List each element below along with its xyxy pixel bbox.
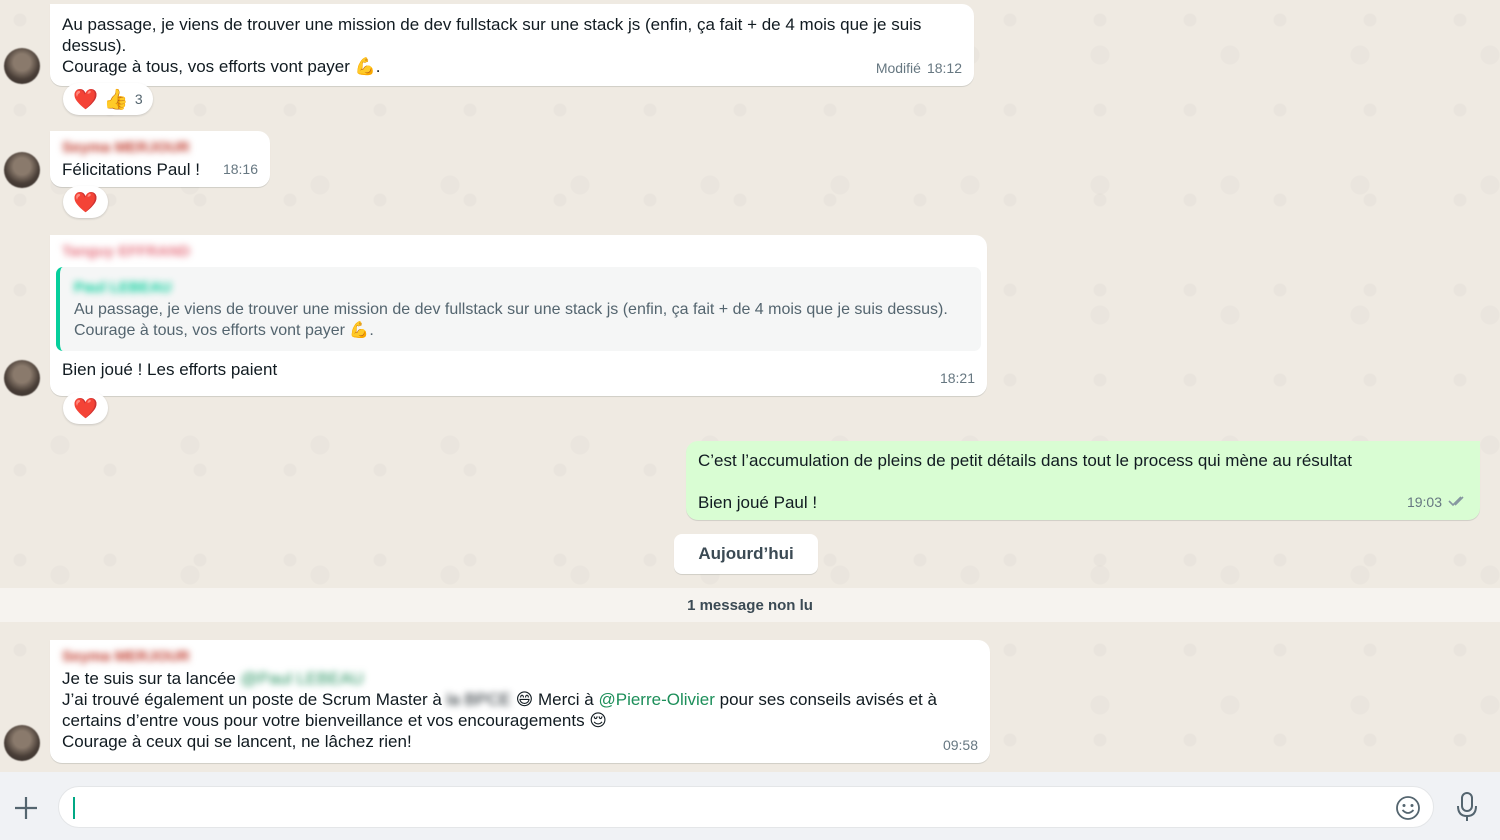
edited-label: Modifié xyxy=(875,60,921,76)
avatar[interactable] xyxy=(4,725,40,761)
message-text: certains d’entre vous pour votre bienvei… xyxy=(62,711,608,730)
message-text: Courage à tous, vos efforts vont payer 💪… xyxy=(62,57,381,76)
message-text: Bien joué ! Les efforts paient xyxy=(62,360,278,379)
message-meta: 18:21 xyxy=(940,368,975,389)
message-meta: 19:03 xyxy=(1407,492,1468,513)
chat-panel: Au passage, je viens de trouver une miss… xyxy=(0,0,1500,772)
message-text: Courage à ceux qui se lancent, ne lâchez… xyxy=(62,732,412,751)
message-time: 18:16 xyxy=(222,161,258,177)
sender-name[interactable]: Tanguy EFFRAND xyxy=(56,241,981,261)
message-bubble-outgoing[interactable]: C’est l’accumulation de pleins de petit … xyxy=(686,441,1480,520)
thumbs-up-reaction-icon: 👍 xyxy=(103,88,129,111)
avatar[interactable] xyxy=(4,48,40,84)
heart-reaction-icon: ❤️ xyxy=(73,397,98,420)
reactions-pill[interactable]: ❤️ xyxy=(63,186,108,218)
text-span: J’ai trouvé également un poste de Scrum … xyxy=(62,690,447,709)
sender-name[interactable]: Seyma MERJOUR xyxy=(62,646,978,666)
message-time: 18:21 xyxy=(939,370,975,386)
double-check-icon xyxy=(1448,492,1468,513)
quoted-sender-name: Paul LEBEAU xyxy=(74,279,172,296)
reactions-pill[interactable]: ❤️ xyxy=(63,392,108,424)
date-separator: Aujourd’hui xyxy=(674,534,818,574)
text-span: pour ses conseils avisés et à xyxy=(714,690,937,709)
message-text: Je te suis sur ta lancée @Paul LEBEAU xyxy=(62,668,978,689)
message-text: C’est l’accumulation de pleins de petit … xyxy=(698,451,1352,470)
mention-link[interactable]: @Pierre-Olivier xyxy=(598,690,714,709)
composer-footer xyxy=(0,772,1500,840)
microphone-icon[interactable] xyxy=(1452,790,1482,824)
message-text: dessus). xyxy=(62,36,127,55)
message-input[interactable] xyxy=(58,786,1434,828)
plus-icon[interactable] xyxy=(8,790,44,826)
text-caret xyxy=(73,797,75,819)
message-bubble[interactable]: Seyma MERJOUR Félicitations Paul ! 18:16 xyxy=(50,131,270,187)
message-meta: 09:58 xyxy=(943,735,978,756)
quoted-text: Au passage, je viens de trouver une miss… xyxy=(74,301,948,318)
text-span: 😄 Merci à xyxy=(510,690,599,709)
avatar[interactable] xyxy=(4,152,40,188)
company-name: la BPCE xyxy=(446,690,511,709)
heart-reaction-icon: ❤️ xyxy=(73,191,98,214)
message-bubble[interactable]: Au passage, je viens de trouver une miss… xyxy=(50,4,974,86)
message-text: Au passage, je viens de trouver une miss… xyxy=(62,15,922,34)
quoted-text: Courage à tous, vos efforts vont payer 💪… xyxy=(74,322,374,339)
reactions-pill[interactable]: ❤️ 👍 3 xyxy=(63,83,153,115)
message-bubble[interactable]: Seyma MERJOUR Je te suis sur ta lancée @… xyxy=(50,640,990,763)
message-meta: 18:16 xyxy=(223,159,258,180)
message-time: 18:12 xyxy=(926,60,962,76)
message-meta: Modifié 18:12 xyxy=(876,58,962,79)
mention-link[interactable]: @Paul LEBEAU xyxy=(241,669,364,688)
message-text: J’ai trouvé également un poste de Scrum … xyxy=(62,689,978,710)
quoted-message[interactable]: Paul LEBEAU Au passage, je viens de trou… xyxy=(56,267,981,351)
emoji-icon[interactable] xyxy=(1395,795,1421,821)
message-bubble[interactable]: Tanguy EFFRAND Paul LEBEAU Au passage, j… xyxy=(50,235,987,396)
text-span: Je te suis sur ta lancée xyxy=(62,669,241,688)
message-time: 19:03 xyxy=(1406,494,1442,510)
sender-name[interactable]: Seyma MERJOUR xyxy=(62,137,258,157)
avatar[interactable] xyxy=(4,360,40,396)
heart-reaction-icon: ❤️ xyxy=(73,88,98,111)
reaction-count: 3 xyxy=(134,91,143,107)
unread-banner: 1 message non lu xyxy=(0,588,1500,622)
message-text: Bien joué Paul ! xyxy=(698,493,818,512)
message-time: 09:58 xyxy=(942,737,978,753)
